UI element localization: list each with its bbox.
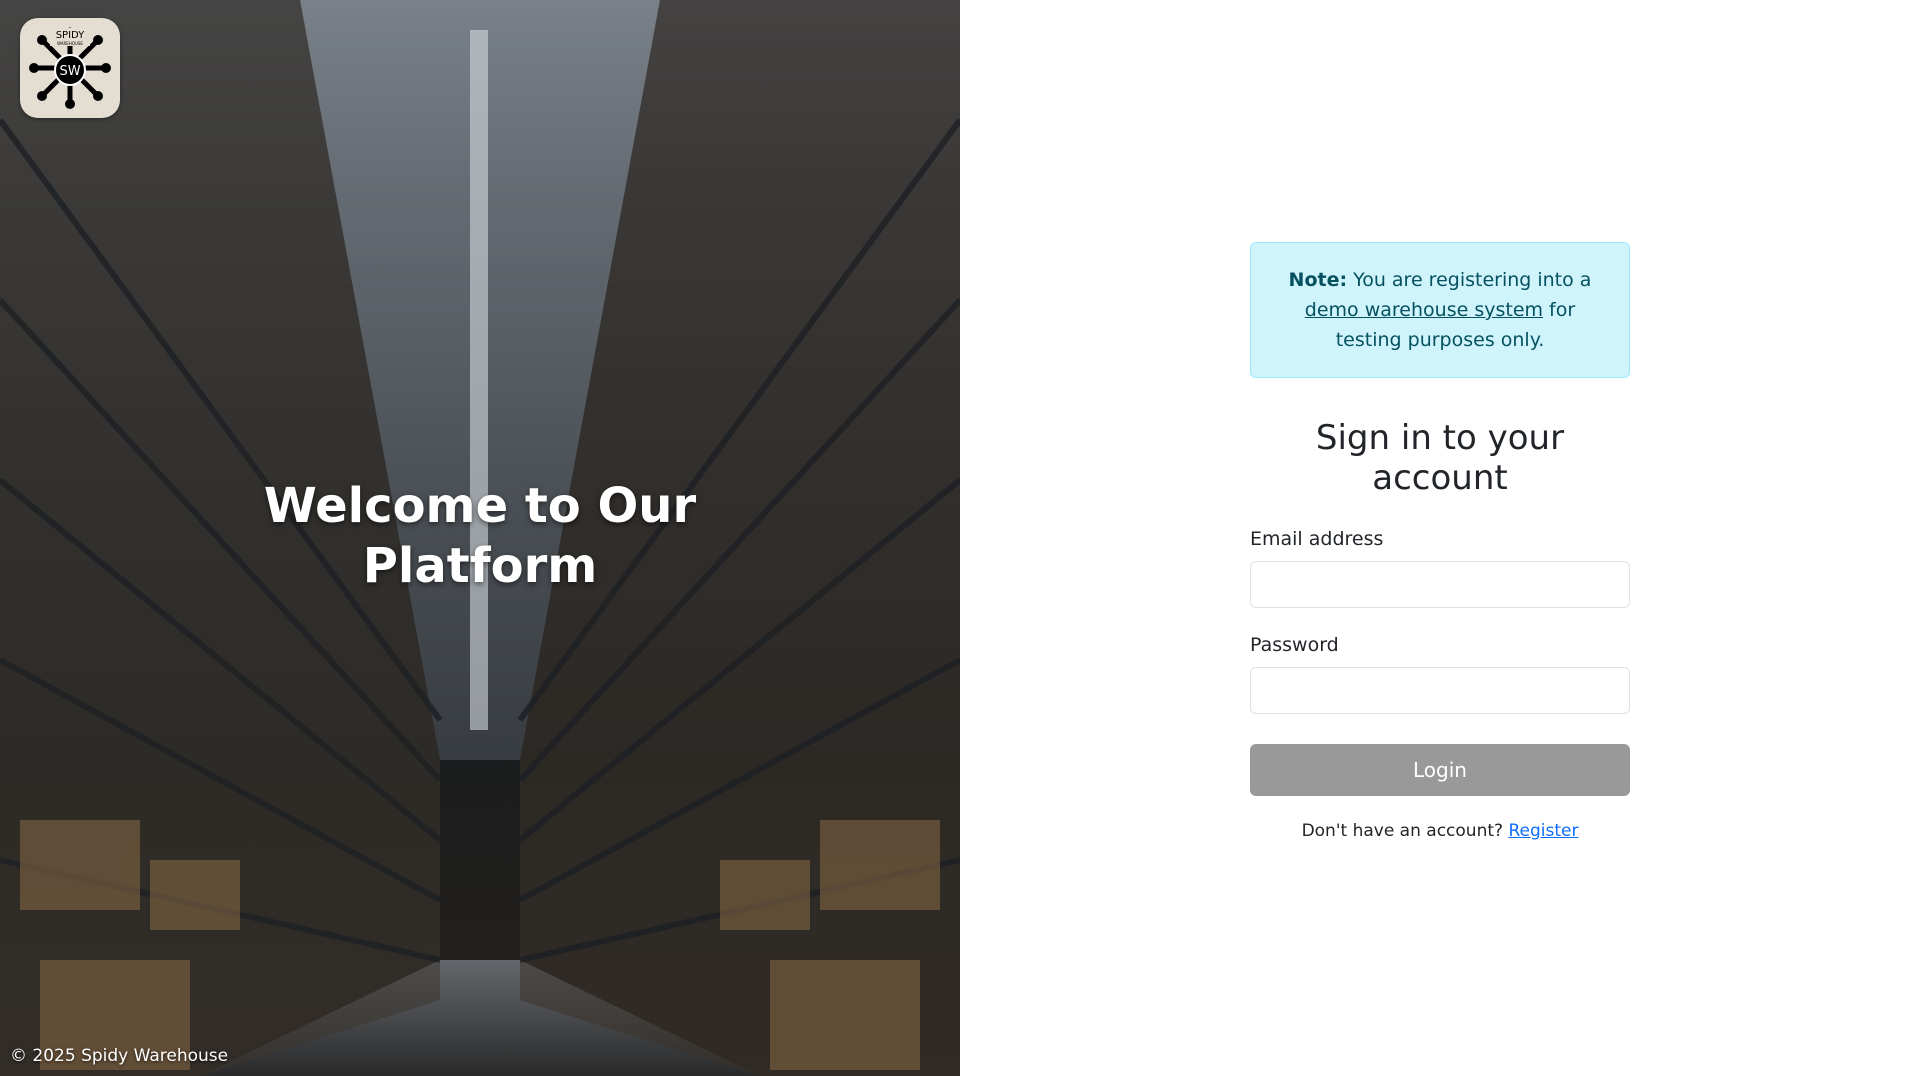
login-button[interactable]: Login (1250, 744, 1630, 796)
register-row: Don't have an account? Register (1250, 821, 1630, 841)
spider-logo-icon: SPIDY WAREHOUSE SW (29, 27, 111, 109)
page-title: Sign in to your account (1315, 418, 1565, 498)
logo-monogram: SW (59, 64, 80, 79)
register-link[interactable]: Register (1508, 821, 1578, 841)
password-label: Password (1250, 634, 1339, 656)
demo-warehouse-link[interactable]: demo warehouse system (1305, 299, 1543, 321)
spidy-warehouse-logo[interactable]: SPIDY WAREHOUSE SW (20, 18, 120, 118)
logo-sub-text: WAREHOUSE (57, 41, 83, 46)
note-text-before: You are registering into a (1347, 269, 1592, 291)
logo-brand-text: SPIDY (56, 30, 85, 41)
hero-panel: SPIDY WAREHOUSE SW Welcome to Our Platfo… (0, 0, 960, 1076)
email-label: Email address (1250, 528, 1384, 550)
copyright-text: © 2025 Spidy Warehouse (10, 1046, 229, 1066)
register-prompt: Don't have an account? (1301, 821, 1509, 841)
hero-title: Welcome to Our Platform (0, 476, 960, 596)
email-field[interactable] (1250, 561, 1630, 608)
hero-title-line1: Welcome to Our (263, 478, 697, 534)
password-field[interactable] (1250, 667, 1630, 714)
hero-title-line2: Platform (362, 538, 598, 594)
demo-note-alert: Note: You are registering into a demo wa… (1250, 242, 1630, 378)
login-form: Note: You are registering into a demo wa… (1250, 242, 1630, 841)
login-form-panel: Note: You are registering into a demo wa… (960, 0, 1919, 1076)
note-label: Note: (1288, 269, 1348, 291)
login-page: SPIDY WAREHOUSE SW Welcome to Our Platfo… (0, 0, 1919, 1076)
